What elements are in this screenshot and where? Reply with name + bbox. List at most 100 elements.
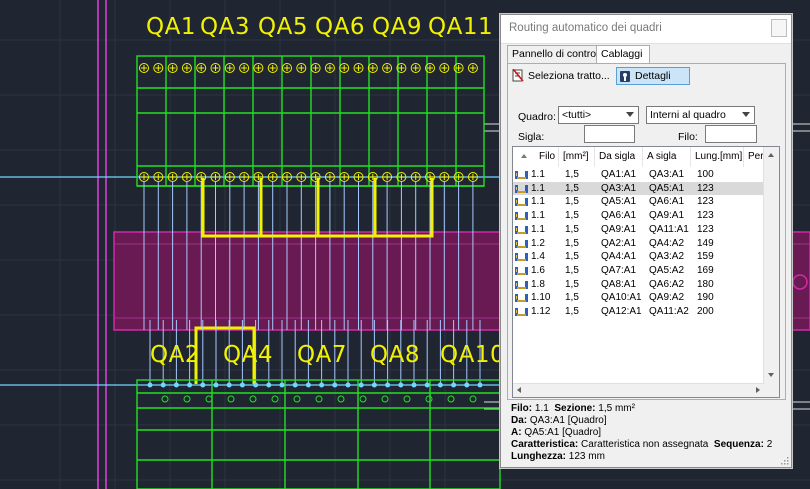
- cad-label-qa7: QA7: [297, 342, 347, 368]
- terminal-dot: [173, 382, 179, 388]
- vertical-scrollbar[interactable]: [763, 147, 779, 397]
- routing-dialog: Routing automatico dei quadri Pannello d…: [500, 14, 792, 468]
- close-button[interactable]: [771, 19, 787, 37]
- details-line-filo: Filo: 1.1 Sezione: 1,5 mm²: [511, 403, 783, 415]
- quadro-value: <tutti>: [562, 109, 592, 121]
- table-cell: 1.1: [531, 169, 545, 180]
- table-row[interactable]: 1.8 1,5 QA8:A1 QA6:A2 180: [513, 278, 779, 292]
- column-header-da-sigla[interactable]: Da sigla: [595, 147, 643, 167]
- table-cell: 1,5: [565, 251, 579, 263]
- table-row[interactable]: 1.4 1,5 QA4:A1 QA3:A2 159: [513, 250, 779, 264]
- table-cell: QA8:A1: [601, 278, 637, 290]
- terminal-circle: [271, 395, 279, 403]
- filo-detail-value: 1.1: [534, 403, 549, 414]
- terminal-circle: [205, 395, 213, 403]
- select-wire-icon: [512, 69, 524, 82]
- terminal-dot: [411, 382, 417, 388]
- table-row[interactable]: 1.12 1,5 QA12:A1 QA11:A2 200: [513, 305, 779, 319]
- resize-grip-icon[interactable]: [779, 455, 789, 465]
- details-icon: [620, 71, 630, 82]
- table-cell: 1,5: [565, 306, 579, 317]
- table-row[interactable]: 1.6 1,5 QA7:A1 QA5:A2 169: [513, 264, 779, 278]
- sigla-input[interactable]: [584, 125, 635, 143]
- table-cell: 1.6: [531, 264, 545, 276]
- column-header-a-sigla[interactable]: A sigla: [643, 147, 691, 167]
- da-detail-label: Da:: [511, 415, 528, 426]
- details-panel: Filo: 1.1 Sezione: 1,5 mm² Da: QA3:A1 [Q…: [511, 403, 783, 463]
- terminal-dot: [253, 382, 259, 388]
- terminal-dot: [147, 382, 153, 388]
- table-cell: QA11:A1: [649, 223, 689, 235]
- table-cell: QA1:A1: [601, 169, 637, 180]
- table-cell: QA4:A1: [601, 251, 637, 263]
- cad-label-qa6: QA6: [315, 14, 365, 40]
- horizontal-scrollbar[interactable]: [513, 383, 764, 397]
- table-cell: 1,5: [565, 237, 579, 249]
- terminal-dot: [292, 382, 298, 388]
- table-row[interactable]: 1.2 1,5 QA2:A1 QA4:A2 149: [513, 237, 779, 251]
- table-cell: 123: [697, 223, 714, 235]
- tab-cablaggi[interactable]: Cablaggi: [596, 45, 650, 64]
- sequenza-detail-value: 2: [766, 439, 773, 450]
- sezione-detail-value: 1,5 mm²: [598, 403, 635, 414]
- column-header-lunghezza[interactable]: Lung.[mm]: [691, 147, 744, 167]
- scroll-left-icon[interactable]: [517, 387, 521, 393]
- table-cell: QA5:A1: [601, 196, 637, 208]
- caratteristica-detail-label: Caratteristica:: [511, 439, 579, 450]
- filo-input[interactable]: [705, 125, 757, 143]
- dialog-titlebar[interactable]: Routing automatico dei quadri: [501, 15, 791, 44]
- select-segment-label: Seleziona tratto...: [528, 70, 610, 82]
- select-segment-button[interactable]: Seleziona tratto...: [510, 67, 620, 85]
- table-row[interactable]: 1.1 1,5 QA9:A1 QA11:A1 123: [513, 223, 779, 237]
- quadro-label: Quadro:: [518, 111, 556, 123]
- terminal-dot: [200, 382, 206, 388]
- table-row[interactable]: 1.1 1,5 QA5:A1 QA6:A1 123: [513, 195, 779, 209]
- tab-pannello-di-controllo[interactable]: Pannello di controllo: [507, 45, 607, 63]
- wire-icon: [515, 308, 528, 316]
- table-cell: 1.4: [531, 251, 545, 263]
- terminal-circle: [425, 395, 433, 403]
- table-cell: QA4:A2: [649, 237, 685, 249]
- wire-icon: [515, 225, 528, 234]
- scroll-up-icon[interactable]: [768, 153, 774, 157]
- table-cell: QA11:A2: [649, 306, 689, 317]
- scroll-down-icon[interactable]: [768, 373, 774, 377]
- quadro-combo[interactable]: <tutti>: [558, 106, 639, 124]
- details-button[interactable]: Dettagli: [616, 67, 690, 85]
- table-cell: 1.1: [531, 196, 545, 208]
- table-cell: 200: [697, 306, 714, 317]
- table-cell: QA9:A1: [649, 210, 685, 222]
- table-cell: QA5:A1: [649, 182, 685, 194]
- wire-icon: [515, 294, 528, 303]
- table-row[interactable]: 1.1 1,5 QA3:A1 QA5:A1 123: [513, 181, 779, 196]
- sezione-detail-label: Sezione:: [554, 403, 596, 414]
- table-cell: QA9:A1: [601, 223, 637, 235]
- table-cell: 1.2: [531, 237, 545, 249]
- table-cell: 1.10: [531, 292, 551, 304]
- cad-label-qa10: QA10: [440, 342, 506, 368]
- terminal-circle: [403, 395, 411, 403]
- table-row[interactable]: 1.1 1,5 QA1:A1 QA3:A1 100: [513, 168, 779, 182]
- lunghezza-detail-value: 123 mm: [568, 451, 605, 462]
- terminal-dot: [451, 382, 457, 388]
- column-header-sezione[interactable]: [mm²]: [559, 147, 595, 167]
- table-cell: 1,5: [565, 223, 579, 235]
- table-cell: QA6:A1: [649, 196, 685, 208]
- cad-label-qa9: QA9: [372, 14, 422, 40]
- sort-ascending-icon: [521, 154, 527, 158]
- table-cell: 1,5: [565, 169, 579, 180]
- scope-value: Interni al quadro: [650, 109, 726, 121]
- table-cell: 1,5: [565, 264, 579, 276]
- wire-icon: [515, 266, 528, 275]
- table-cell: 159: [697, 251, 714, 263]
- wires-table[interactable]: Filo [mm²] Da sigla A sigla Lung.[mm] Pe…: [512, 146, 780, 398]
- table-row[interactable]: 1.10 1,5 QA10:A1 QA9:A2 190: [513, 291, 779, 305]
- terminal-dot: [477, 382, 483, 388]
- terminal-circle: [227, 395, 235, 403]
- column-header-filo[interactable]: Filo: [513, 147, 559, 167]
- terminal-dot: [305, 382, 311, 388]
- table-row[interactable]: 1.1 1,5 QA6:A1 QA9:A1 123: [513, 209, 779, 223]
- terminal-dot: [319, 382, 325, 388]
- scope-combo[interactable]: Interni al quadro: [646, 106, 755, 124]
- scroll-right-icon[interactable]: [756, 387, 760, 393]
